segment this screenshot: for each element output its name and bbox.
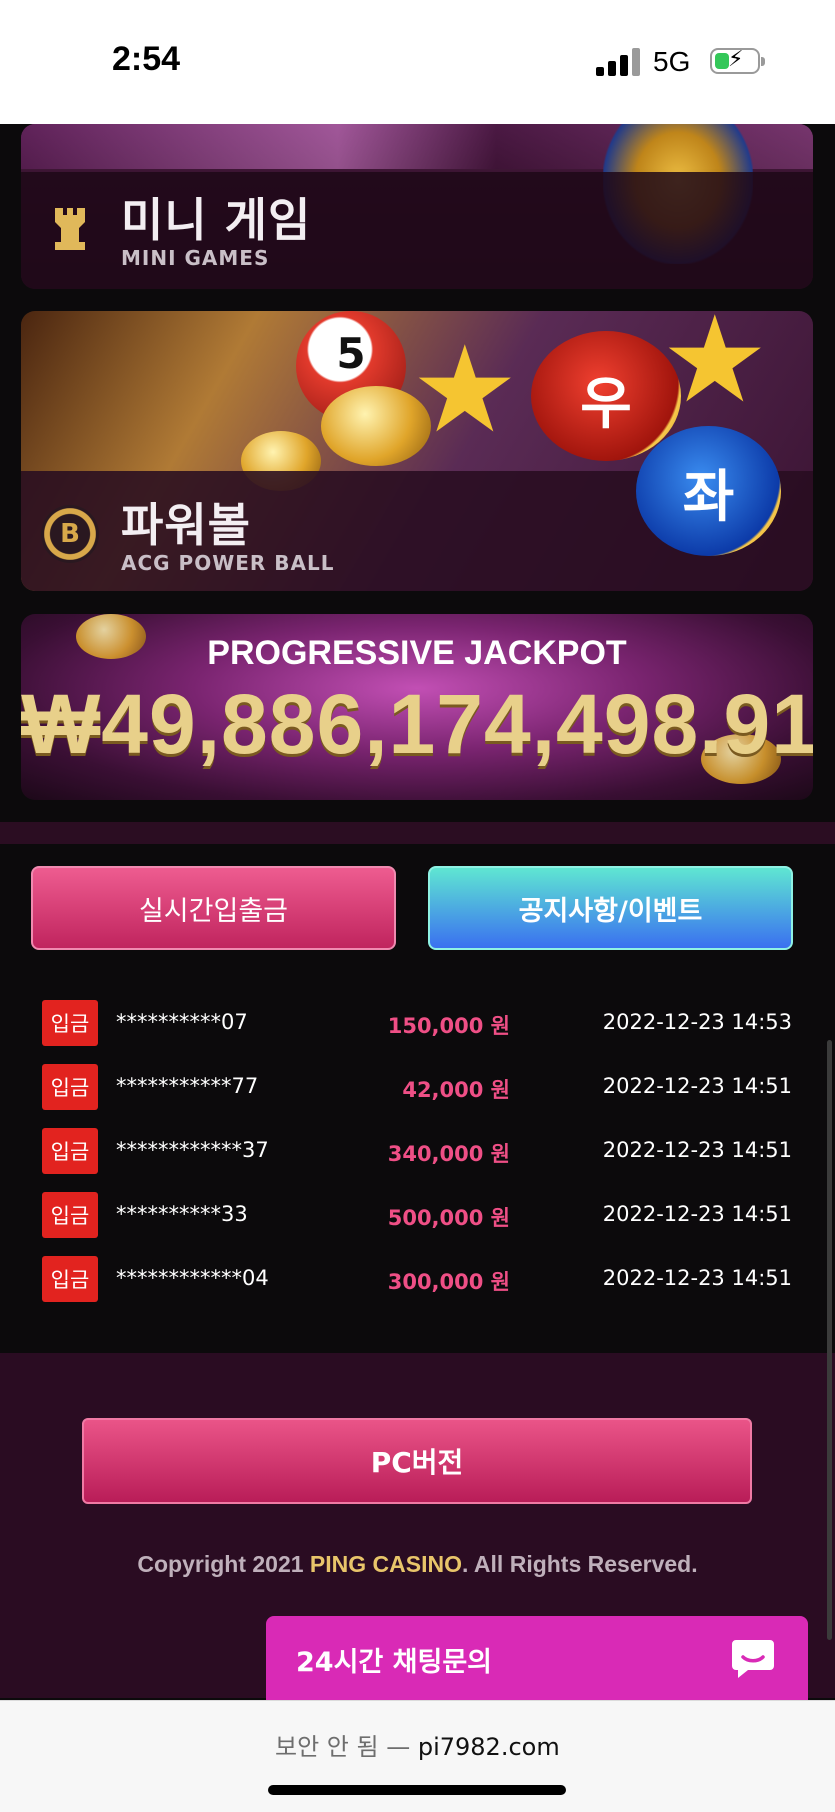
masked-user: ************04 <box>116 1266 269 1290</box>
jackpot-banner: PROGRESSIVE JACKPOT ₩49,886,174,498.91 <box>21 614 813 800</box>
power-ball-banner[interactable]: 5 ★ ★ 우 좌 B 파워볼 ACG POWER BALL <box>21 311 813 591</box>
live-transactions-button[interactable]: 실시간입출금 <box>31 866 396 950</box>
chat-bubble-icon <box>732 1640 774 1678</box>
deposit-badge: 입금 <box>42 1000 98 1046</box>
transaction-amount: 300,000 원 <box>387 1270 510 1294</box>
ball-red-artwork: 우 <box>531 331 681 461</box>
deposit-badge: 입금 <box>42 1192 98 1238</box>
section-divider <box>0 822 835 844</box>
transaction-amount: 340,000 원 <box>387 1142 510 1166</box>
b-coin-icon: B <box>41 505 99 563</box>
mini-games-subtitle: MINI GAMES <box>121 246 270 270</box>
network-type: 5G <box>653 46 691 77</box>
power-ball-title: 파워볼 <box>121 498 251 552</box>
cellular-signal-icon <box>596 48 640 76</box>
masked-user: **********07 <box>116 1010 248 1034</box>
chat-label: 24시간 채팅문의 <box>296 1647 493 1678</box>
star-artwork: ★ <box>411 321 519 460</box>
transaction-row: 입금 **********33 500,000 원 2022-12-23 14:… <box>0 1192 835 1240</box>
mini-games-title: 미니 게임 <box>121 193 312 247</box>
url-domain: pi7982.com <box>417 1733 560 1761</box>
transaction-time: 2022-12-23 14:51 <box>602 1266 792 1290</box>
transaction-row: 입금 ***********77 42,000 원 2022-12-23 14:… <box>0 1064 835 1112</box>
mini-games-banner[interactable]: 미니 게임 MINI GAMES <box>21 124 813 289</box>
deposit-badge: 입금 <box>42 1128 98 1174</box>
scrollbar[interactable] <box>827 1040 832 1640</box>
chat-support-button[interactable]: 24시간 채팅문의 <box>266 1616 808 1700</box>
masked-user: ***********77 <box>116 1074 259 1098</box>
masked-user: ************37 <box>116 1138 269 1162</box>
transaction-time: 2022-12-23 14:51 <box>602 1138 792 1162</box>
security-warning: 보안 안 됨 — <box>275 1733 418 1761</box>
transaction-row: 입금 **********07 150,000 원 2022-12-23 14:… <box>0 1000 835 1048</box>
transaction-row: 입금 ************04 300,000 원 2022-12-23 1… <box>0 1256 835 1304</box>
rook-icon <box>55 208 85 250</box>
jackpot-title: PROGRESSIVE JACKPOT <box>207 634 627 672</box>
url-text[interactable]: 보안 안 됨 — pi7982.com <box>275 1727 560 1762</box>
jackpot-amount: ₩49,886,174,498.91 <box>21 677 813 771</box>
browser-url-bar[interactable]: 보안 안 됨 — pi7982.com <box>0 1700 835 1812</box>
transaction-row: 입금 ************37 340,000 원 2022-12-23 1… <box>0 1128 835 1176</box>
ball-blue-artwork: 좌 <box>636 426 781 556</box>
status-bar: 2:54 5G ⚡ <box>0 0 835 124</box>
power-ball-subtitle: ACG POWER BALL <box>121 551 335 575</box>
copyright: Copyright 2021 PING CASINO. All Rights R… <box>137 1551 698 1577</box>
status-time: 2:54 <box>112 40 181 78</box>
transaction-amount: 150,000 원 <box>387 1014 510 1038</box>
battery-charging-icon: ⚡ <box>710 47 765 74</box>
masked-user: **********33 <box>116 1202 248 1226</box>
pc-version-button[interactable]: PC버전 <box>82 1418 752 1504</box>
transaction-time: 2022-12-23 14:51 <box>602 1074 792 1098</box>
transaction-amount: 42,000 원 <box>402 1078 510 1102</box>
deposit-badge: 입금 <box>42 1064 98 1110</box>
notice-events-button[interactable]: 공지사항/이벤트 <box>428 866 793 950</box>
transaction-time: 2022-12-23 14:51 <box>602 1202 792 1226</box>
home-indicator[interactable] <box>268 1785 566 1795</box>
deposit-badge: 입금 <box>42 1256 98 1302</box>
brand-name: PING CASINO <box>309 1551 462 1577</box>
transaction-time: 2022-12-23 14:53 <box>602 1010 792 1034</box>
transaction-amount: 500,000 원 <box>387 1206 510 1230</box>
